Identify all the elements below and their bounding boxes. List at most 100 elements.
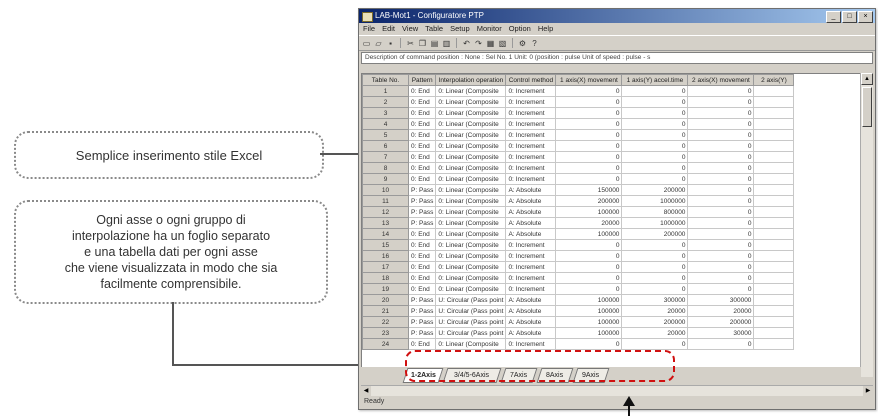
table-cell[interactable]: 0: End [407, 239, 437, 251]
open-folder-icon[interactable]: ▱ [374, 39, 383, 48]
table-cell[interactable]: 0 [687, 338, 755, 350]
table-cell[interactable]: A: Absolute [505, 195, 557, 207]
table-cell[interactable]: 100000 [555, 316, 623, 328]
table-cell[interactable]: 0: End [407, 261, 437, 273]
table-cell[interactable]: 0: End [407, 107, 437, 119]
table-cell[interactable]: 0 [621, 129, 689, 141]
table-cell[interactable]: 0: Linear (Composite [435, 162, 507, 174]
table-cell[interactable]: 0: Increment [505, 107, 557, 119]
table-cell[interactable]: 0 [555, 151, 623, 163]
table-cell[interactable]: 0 [621, 151, 689, 163]
row-number[interactable]: 22 [362, 316, 409, 328]
table-cell[interactable] [753, 239, 795, 251]
row-number[interactable]: 7 [362, 151, 409, 163]
table-cell[interactable] [753, 338, 795, 350]
table-cell[interactable]: 0 [621, 162, 689, 174]
table-cell[interactable]: 0 [555, 272, 623, 284]
table-cell[interactable]: 0 [687, 162, 755, 174]
column-header[interactable]: 1 axis(Y) accel.time [621, 74, 689, 86]
row-number[interactable]: 15 [362, 239, 409, 251]
table-cell[interactable]: 0: End [407, 338, 437, 350]
table-cell[interactable]: 100000 [555, 305, 623, 317]
table-cell[interactable] [753, 195, 795, 207]
table-cell[interactable] [753, 184, 795, 196]
table-cell[interactable]: 0 [687, 173, 755, 185]
table-cell[interactable]: 0: Increment [505, 261, 557, 273]
table-cell[interactable]: 0 [555, 283, 623, 295]
table-cell[interactable]: 0 [687, 195, 755, 207]
table-cell[interactable]: 0: Linear (Composite [435, 261, 507, 273]
table-cell[interactable]: 0 [621, 140, 689, 152]
column-header[interactable]: Table No. [362, 74, 409, 86]
table-cell[interactable]: U: Circular (Pass point [435, 294, 507, 306]
table-cell[interactable]: P: Pass [407, 305, 437, 317]
row-number[interactable]: 9 [362, 173, 409, 185]
table-cell[interactable]: 0 [621, 338, 689, 350]
minimize-button[interactable]: _ [826, 11, 841, 23]
chart-icon[interactable]: ▧ [498, 39, 507, 48]
table-cell[interactable]: 0: Increment [505, 129, 557, 141]
table-cell[interactable]: 0 [687, 261, 755, 273]
undo-icon[interactable]: ↶ [462, 39, 471, 48]
row-number[interactable]: 24 [362, 338, 409, 350]
table-cell[interactable] [753, 294, 795, 306]
table-cell[interactable]: P: Pass [407, 184, 437, 196]
table-cell[interactable]: 0 [621, 283, 689, 295]
table-cell[interactable]: 0: Linear (Composite [435, 217, 507, 229]
table-cell[interactable]: 0 [555, 162, 623, 174]
menu-monitor[interactable]: Monitor [477, 23, 502, 35]
menu-help[interactable]: Help [538, 23, 553, 35]
menu-edit[interactable]: Edit [382, 23, 395, 35]
table-cell[interactable]: 0: Increment [505, 140, 557, 152]
table-cell[interactable]: 0 [687, 129, 755, 141]
table-cell[interactable]: 0 [555, 173, 623, 185]
table-cell[interactable]: P: Pass [407, 316, 437, 328]
row-number[interactable]: 8 [362, 162, 409, 174]
table-cell[interactable]: 1000000 [621, 217, 689, 229]
table-cell[interactable]: P: Pass [407, 217, 437, 229]
table-cell[interactable]: 0: Linear (Composite [435, 272, 507, 284]
scroll-up-icon[interactable]: ▲ [861, 73, 873, 85]
table-cell[interactable] [753, 228, 795, 240]
table-cell[interactable]: 0 [555, 250, 623, 262]
table-cell[interactable]: 0: Linear (Composite [435, 140, 507, 152]
table-cell[interactable]: U: Circular (Pass point [435, 305, 507, 317]
row-number[interactable]: 3 [362, 107, 409, 119]
table-cell[interactable]: 0: Linear (Composite [435, 338, 507, 350]
table-cell[interactable]: 200000 [555, 195, 623, 207]
row-number[interactable]: 23 [362, 327, 409, 339]
copy-icon[interactable]: ❐ [418, 39, 427, 48]
table-cell[interactable] [753, 140, 795, 152]
table-cell[interactable]: 0 [555, 96, 623, 108]
row-number[interactable]: 12 [362, 206, 409, 218]
table-cell[interactable] [753, 129, 795, 141]
table-cell[interactable]: U: Circular (Pass point [435, 327, 507, 339]
table-cell[interactable]: 0: End [407, 129, 437, 141]
row-number[interactable]: 21 [362, 305, 409, 317]
table-cell[interactable]: 0 [687, 96, 755, 108]
table-cell[interactable]: 0: Increment [505, 338, 557, 350]
table-cell[interactable]: P: Pass [407, 206, 437, 218]
menu-table[interactable]: Table [425, 23, 443, 35]
row-number[interactable]: 11 [362, 195, 409, 207]
menu-view[interactable]: View [402, 23, 418, 35]
scroll-left-icon[interactable]: ◀ [361, 386, 371, 396]
table-cell[interactable]: 0 [555, 140, 623, 152]
table-cell[interactable]: 0: End [407, 173, 437, 185]
save-icon[interactable]: ▪ [386, 39, 395, 48]
column-header[interactable]: Control method [505, 74, 557, 86]
table-cell[interactable]: 20000 [621, 327, 689, 339]
table-cell[interactable]: 0: Linear (Composite [435, 206, 507, 218]
table-cell[interactable]: 100000 [555, 228, 623, 240]
table-cell[interactable]: 0 [621, 239, 689, 251]
table-cell[interactable]: 20000 [555, 217, 623, 229]
table-cell[interactable]: P: Pass [407, 195, 437, 207]
table-cell[interactable]: 0: Increment [505, 283, 557, 295]
table-cell[interactable]: 0 [687, 239, 755, 251]
row-number[interactable]: 1 [362, 85, 409, 97]
table-cell[interactable]: 0: Linear (Composite [435, 250, 507, 262]
grid-icon[interactable]: ▦ [486, 39, 495, 48]
table-cell[interactable]: 0 [555, 261, 623, 273]
column-header[interactable]: Interpolation operation [435, 74, 507, 86]
column-header[interactable]: Pattern [407, 74, 437, 86]
